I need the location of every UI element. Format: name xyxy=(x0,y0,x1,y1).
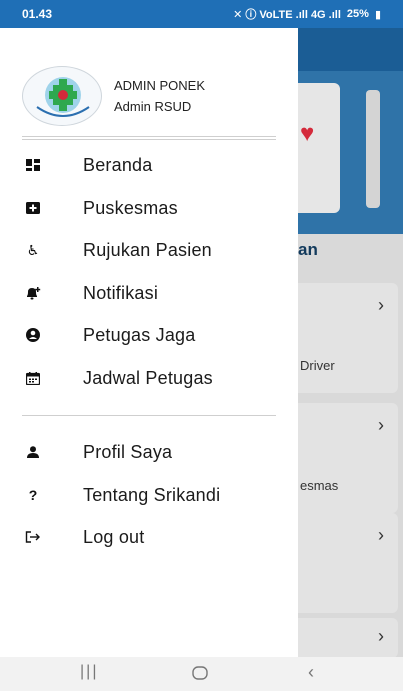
status-time: 01.43 xyxy=(22,7,53,21)
divider xyxy=(22,415,276,416)
hospital-icon xyxy=(24,199,42,217)
menu-item-petugas-jaga[interactable]: Petugas Jaga xyxy=(0,314,298,356)
menu-item-puskesmas[interactable]: Puskesmas xyxy=(0,187,298,229)
menu-label: Jadwal Petugas xyxy=(83,367,213,388)
divider xyxy=(22,136,276,137)
menu-label: Puskesmas xyxy=(83,197,178,218)
calendar-icon xyxy=(24,369,42,387)
menu-item-notifikasi[interactable]: Notifikasi xyxy=(0,272,298,314)
battery-level: 25% xyxy=(346,8,369,20)
recent-apps-button[interactable]: ||| xyxy=(80,663,98,681)
back-button[interactable]: ‹ xyxy=(308,662,314,683)
card-label: Driver xyxy=(300,358,335,373)
chevron-right-icon: › xyxy=(378,415,384,435)
system-navigation-bar: ||| ‹ xyxy=(0,657,403,691)
menu-item-tentang-srikandi[interactable]: ? Tentang Srikandi xyxy=(0,474,298,516)
rsud-logo xyxy=(22,66,102,126)
menu-label: Tentang Srikandi xyxy=(83,484,221,505)
dashboard-icon xyxy=(24,156,42,174)
bell-add-icon xyxy=(24,284,42,302)
banner-bar xyxy=(366,90,380,208)
person-icon xyxy=(24,443,42,461)
menu-item-jadwal-petugas[interactable]: Jadwal Petugas xyxy=(0,357,298,399)
menu-item-profil-saya[interactable]: Profil Saya xyxy=(0,431,298,473)
user-circle-icon xyxy=(24,326,42,344)
chevron-right-icon: › xyxy=(378,295,384,315)
wheelchair-icon: ♿ xyxy=(26,241,40,258)
signal-indicators: ✕ ⓘ VoLTE .ıll 4G .ıll xyxy=(233,9,341,21)
logout-icon xyxy=(24,528,42,546)
divider xyxy=(22,139,276,140)
menu-label: Profil Saya xyxy=(83,441,173,462)
status-indicators: ✕ ⓘ VoLTE .ıll 4G .ıll 25% ▮ xyxy=(233,6,381,22)
status-bar: 01.43 ✕ ⓘ VoLTE .ıll 4G .ıll 25% ▮ xyxy=(0,0,403,28)
chevron-right-icon: › xyxy=(378,525,384,545)
card-label: esmas xyxy=(300,478,339,493)
home-button[interactable] xyxy=(192,666,208,685)
menu-label: Log out xyxy=(83,526,145,547)
menu-item-beranda[interactable]: Beranda xyxy=(0,144,298,186)
menu-label: Petugas Jaga xyxy=(83,324,196,345)
drawer-header: ADMIN PONEK Admin RSUD xyxy=(22,66,282,126)
chevron-right-icon: › xyxy=(378,626,384,646)
menu-item-log-out[interactable]: Log out xyxy=(0,516,298,558)
user-name: ADMIN PONEK xyxy=(114,78,206,93)
menu-item-rujukan-pasien[interactable]: ♿ Rujukan Pasien xyxy=(0,229,298,271)
question-icon: ? xyxy=(28,487,38,503)
menu-label: Rujukan Pasien xyxy=(83,239,212,260)
heart-icon: ♥ xyxy=(300,120,315,147)
battery-icon: ▮ xyxy=(374,8,381,21)
user-role: Admin RSUD xyxy=(114,99,192,114)
navigation-drawer: ADMIN PONEK Admin RSUD Beranda Puskesmas… xyxy=(0,28,298,657)
section-title: an xyxy=(298,240,318,259)
user-info: ADMIN PONEK Admin RSUD xyxy=(114,75,205,117)
menu-label: Beranda xyxy=(83,154,153,175)
menu-label: Notifikasi xyxy=(83,282,159,303)
